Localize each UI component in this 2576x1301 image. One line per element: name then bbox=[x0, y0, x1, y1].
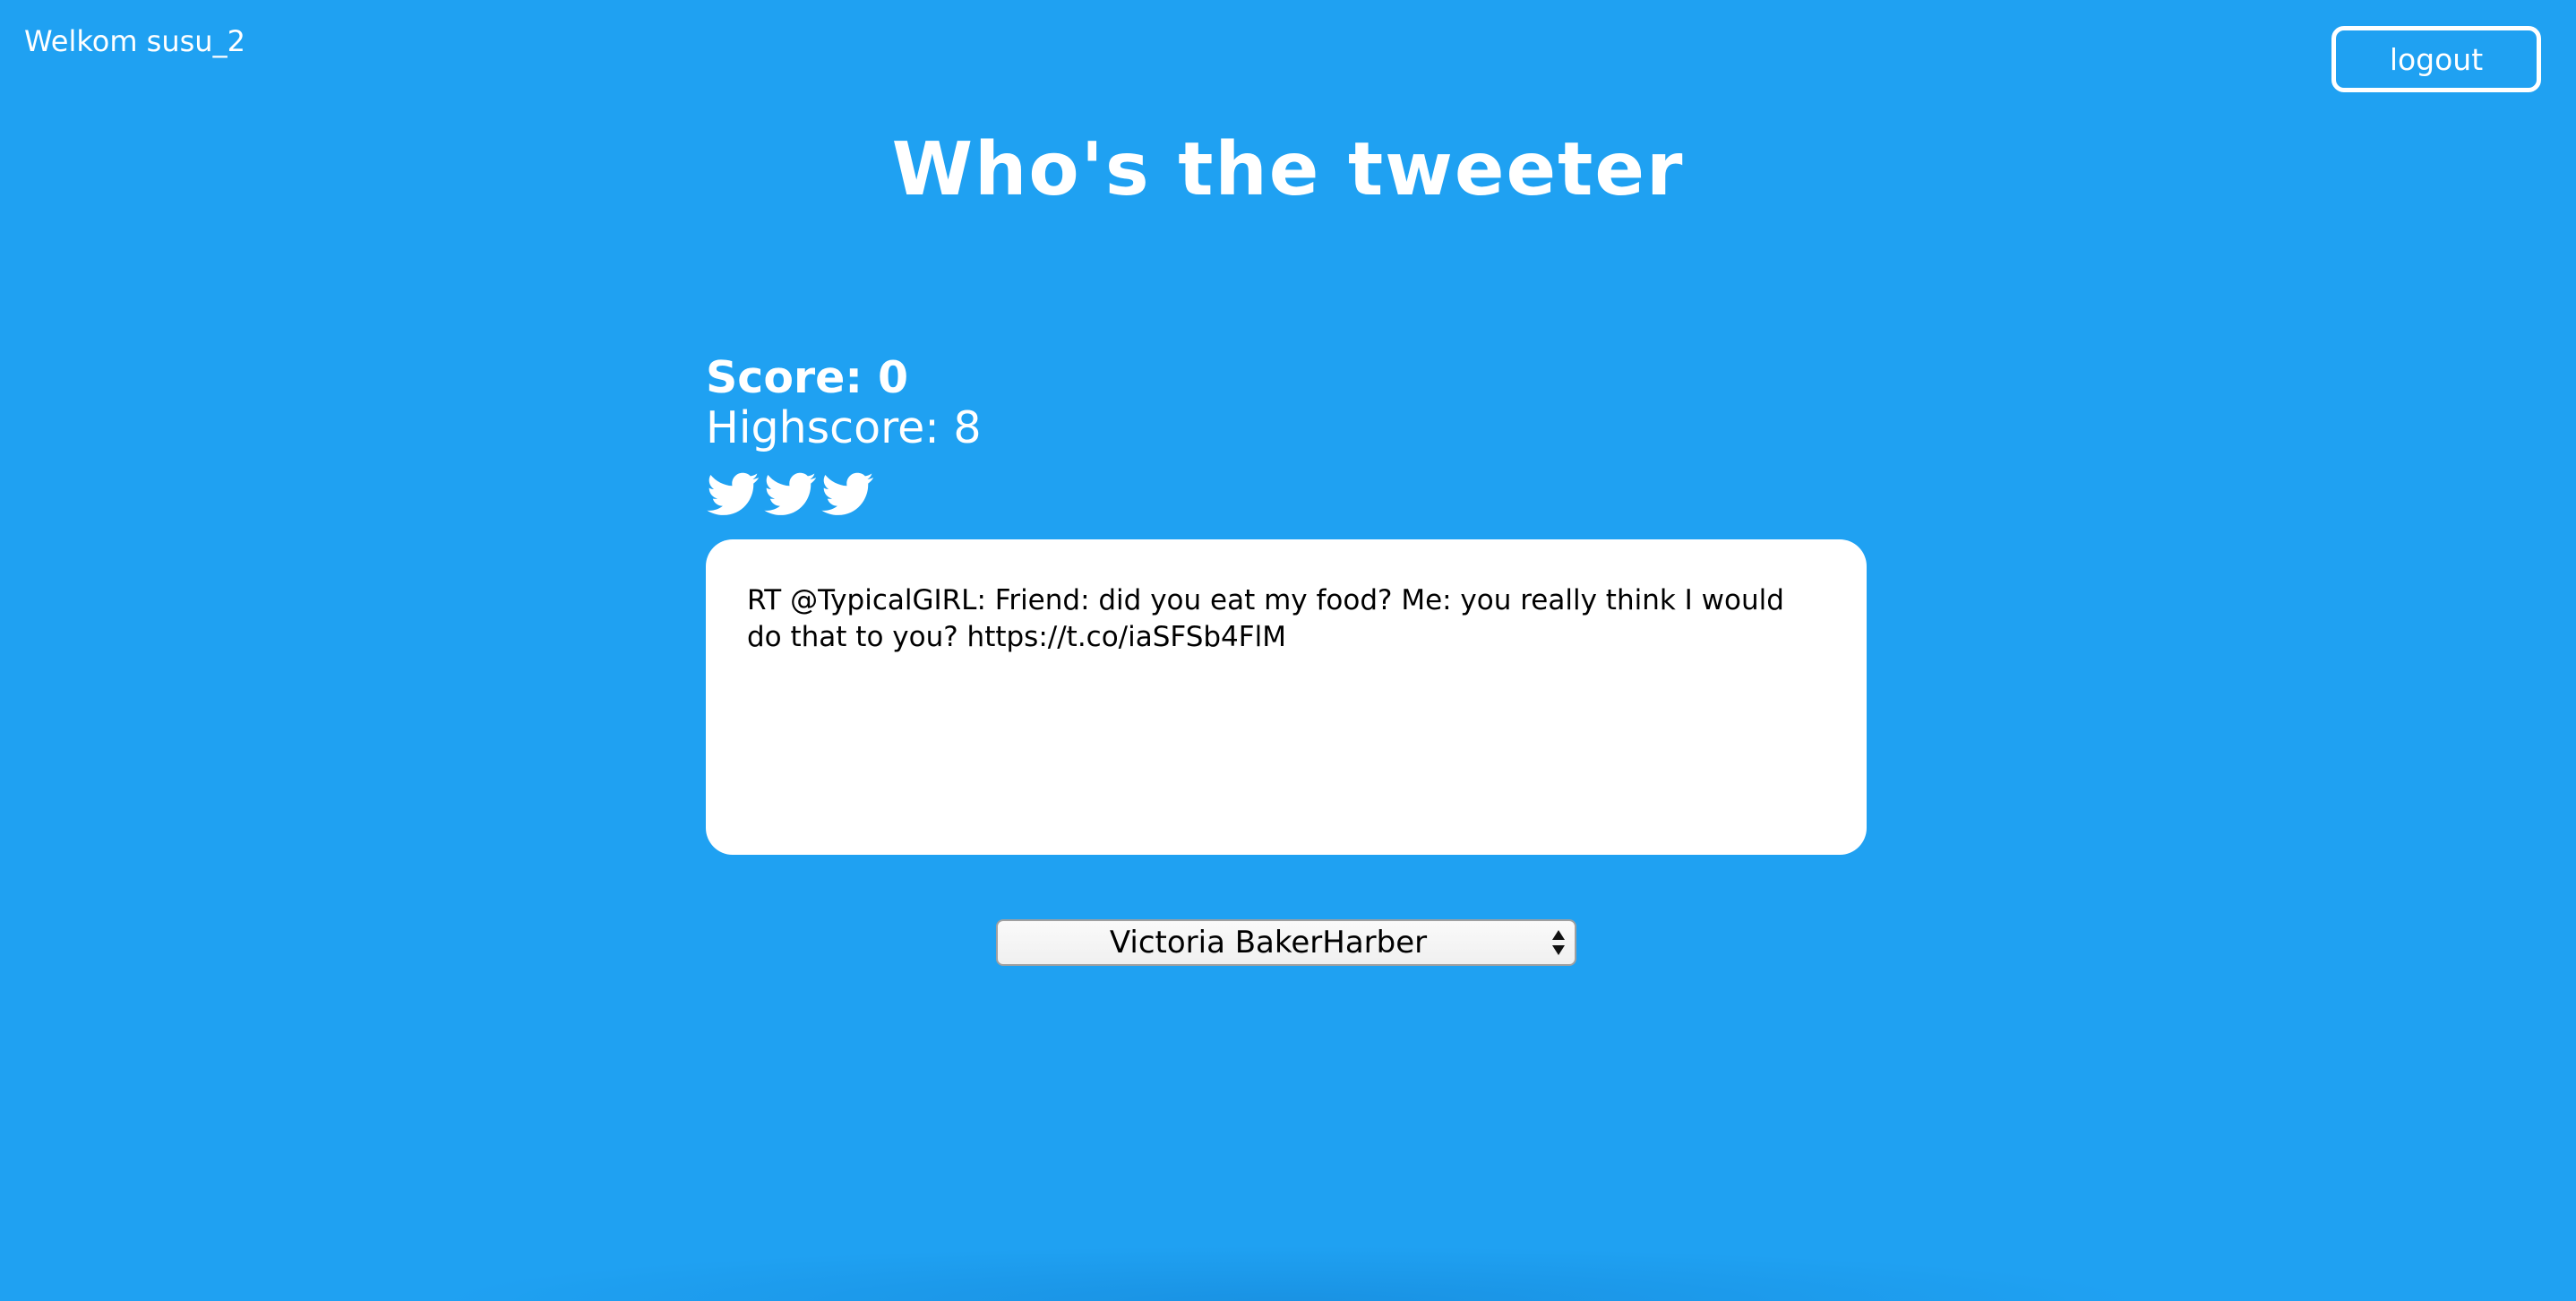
bottom-shadow bbox=[430, 1245, 2150, 1301]
logout-button[interactable]: logout bbox=[2331, 26, 2541, 92]
twitter-bird-icon bbox=[707, 472, 760, 515]
tweet-text: RT @TypicalGIRL: Friend: did you eat my … bbox=[747, 584, 1784, 653]
author-select[interactable]: Victoria BakerHarber bbox=[996, 919, 1576, 966]
score-text: Score: 0 bbox=[706, 352, 909, 403]
twitter-bird-icon bbox=[764, 472, 817, 515]
select-arrows-icon bbox=[1552, 930, 1565, 955]
tweet-card: RT @TypicalGIRL: Friend: did you eat my … bbox=[706, 539, 1867, 855]
highscore-text: Highscore: 8 bbox=[706, 402, 982, 453]
page-title: Who's the tweeter bbox=[891, 127, 1685, 212]
twitter-bird-icon bbox=[821, 472, 874, 515]
welcome-text: Welkom susu_2 bbox=[24, 24, 245, 58]
author-select-value: Victoria BakerHarber bbox=[1109, 925, 1428, 961]
lives-indicator bbox=[706, 468, 876, 521]
